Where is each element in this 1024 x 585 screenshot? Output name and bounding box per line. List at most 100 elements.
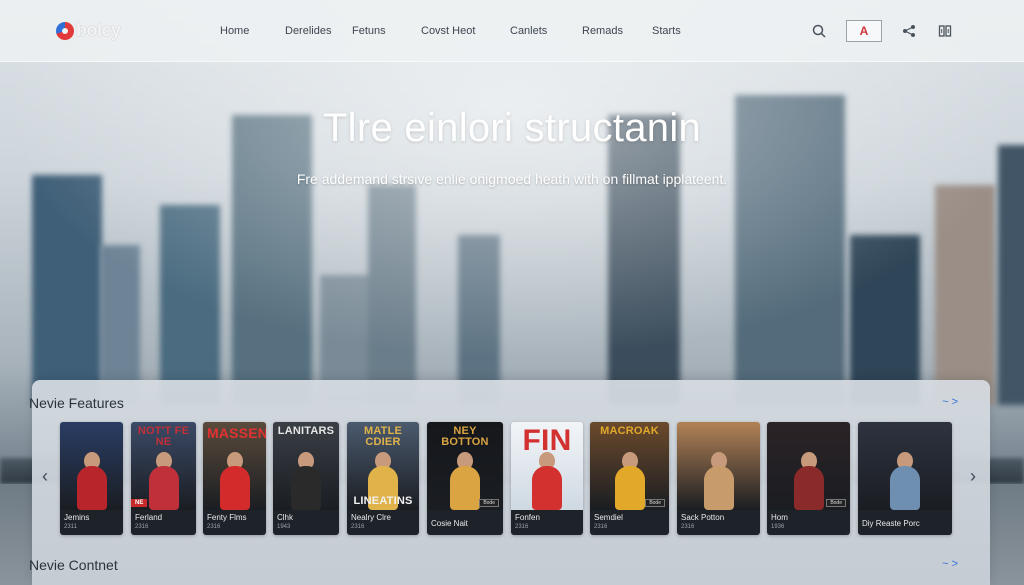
movie-info: Jemins 2311 (60, 510, 123, 535)
nav-link-fetuns[interactable]: Fetuns (352, 25, 421, 37)
poster-figure (703, 466, 734, 510)
poster-figure (890, 466, 920, 510)
nav-link-starts[interactable]: Starts (652, 25, 681, 37)
movie-year: 2316 (351, 524, 365, 530)
movie-info: Hom 1936 (767, 510, 850, 535)
logo-icon (56, 21, 74, 40)
movie-card[interactable]: LANITARS Clhk 1943 (273, 422, 339, 535)
movie-title: Clhk (277, 513, 294, 522)
movie-card[interactable]: Jemins 2311 (60, 422, 123, 535)
hero-subtitle: Fre addemand strsive enlie onigmoed heat… (296, 171, 728, 187)
user-profile-button[interactable]: A (846, 20, 882, 42)
movie-info: Fenty Flms 2316 (203, 510, 266, 535)
movie-info: Sack Potton 2316 (677, 510, 760, 535)
hero-title: Tlre einlori structanin (322, 106, 702, 150)
poster-figure (532, 466, 562, 510)
movie-year: 2316 (135, 524, 149, 530)
movie-poster (677, 422, 760, 510)
nav-link-home[interactable]: Home (220, 25, 285, 37)
movie-card[interactable]: MASSEN Fenty Flms 2316 (203, 422, 266, 535)
movie-title: Jemins (64, 513, 90, 522)
movie-title: Hom (771, 513, 788, 522)
nav-links: Home Derelides Fetuns Covst Heot Canlets… (220, 25, 681, 37)
poster-tag: Bode (826, 499, 846, 507)
movie-card[interactable]: Diy Reaste Porc (858, 422, 952, 535)
movie-title: Diy Reaste Porc (862, 519, 920, 528)
movie-title: Fonfen (515, 513, 540, 522)
movie-year: 1936 (771, 524, 785, 530)
movie-info: Diy Reaste Porc (858, 510, 952, 535)
movie-poster: LANITARS (273, 422, 339, 510)
poster-title: NOT'T FE NE (137, 425, 190, 448)
poster-tag: Bode (479, 499, 499, 507)
movie-poster (60, 422, 123, 510)
movie-card[interactable]: MACROAK Bode Semdiel 2316 (590, 422, 669, 535)
movie-year: 2316 (207, 524, 221, 530)
movie-card[interactable]: NEY BOTTON Bode Cosie Nait (427, 422, 503, 535)
movie-year: 2311 (64, 524, 77, 530)
poster-title: MACROAK (600, 425, 659, 437)
poster-title: NEY BOTTON (441, 425, 489, 448)
movie-poster: NOT'T FE NE (131, 422, 196, 510)
carousel-next-button[interactable]: › (966, 466, 980, 487)
poster-title: FIN (522, 424, 572, 457)
movie-poster (858, 422, 952, 510)
brand-name: bolcy (76, 20, 121, 40)
movie-info: Nealry Clre 2316 (347, 510, 419, 535)
share-icon[interactable] (900, 22, 918, 40)
see-more-features[interactable]: ~ > (942, 396, 958, 408)
poster-tag: Bode (645, 499, 665, 507)
poster-figure (219, 466, 250, 510)
movie-poster: NEY BOTTON (427, 422, 503, 510)
top-navigation: bolcy Home Derelides Fetuns Covst Heot C… (0, 0, 1024, 62)
poster-figure (450, 466, 480, 510)
poster-title: LANITARS (277, 425, 335, 437)
see-more-content[interactable]: ~ > (942, 558, 958, 570)
movie-card[interactable]: MATLE CDIER LINEATINS Nealry Clre 2316 (347, 422, 419, 535)
movie-info: Clhk 1943 (273, 510, 339, 535)
movie-title: Cosie Nait (431, 519, 468, 528)
movie-card[interactable]: Bode Hom 1936 (767, 422, 850, 535)
brand-logo[interactable]: bolcy (56, 20, 121, 41)
movie-info: Ferland 2316 (131, 510, 196, 535)
poster-figure (148, 466, 179, 510)
library-icon[interactable] (936, 22, 954, 40)
poster-subtitle: LINEATINS (353, 495, 413, 507)
movie-year: 1943 (277, 524, 291, 530)
movie-poster: MASSEN (203, 422, 266, 510)
movie-card[interactable]: NOT'T FE NE NE Ferland 2316 (131, 422, 196, 535)
movie-title: Semdiel (594, 513, 623, 522)
nav-link-covst-heot[interactable]: Covst Heot (421, 25, 510, 37)
nav-actions: A (810, 20, 954, 42)
movie-card[interactable]: Sack Potton 2316 (677, 422, 760, 535)
movie-info: Fonfen 2316 (511, 510, 583, 535)
section-title-content: Nevie Contnet (29, 557, 118, 573)
poster-figure (76, 466, 107, 510)
section-title-features: Nevie Features (29, 395, 124, 411)
movie-title: Nealry Clre (351, 513, 392, 522)
movie-poster: MATLE CDIER LINEATINS (347, 422, 419, 510)
movie-poster: MACROAK (590, 422, 669, 510)
nav-link-derelides[interactable]: Derelides (285, 25, 352, 37)
nav-link-remads[interactable]: Remads (582, 25, 652, 37)
poster-figure (291, 466, 321, 510)
movie-year: 2316 (515, 524, 529, 530)
poster-badge: NE (131, 499, 148, 507)
carousel-prev-button[interactable]: ‹ (38, 466, 52, 487)
nav-link-canlets[interactable]: Canlets (510, 25, 582, 37)
poster-title: MATLE CDIER (363, 425, 403, 448)
movie-year: 2316 (594, 524, 608, 530)
movie-poster: FIN (511, 422, 583, 510)
movie-title: Ferland (135, 513, 163, 522)
search-icon[interactable] (810, 22, 828, 40)
poster-figure (793, 466, 824, 510)
movie-card[interactable]: FIN Fonfen 2316 (511, 422, 583, 535)
movie-poster (767, 422, 850, 510)
movie-title: Fenty Flms (207, 513, 247, 522)
poster-figure (614, 466, 645, 510)
movie-info: Semdiel 2316 (590, 510, 669, 535)
movie-title: Sack Potton (681, 513, 725, 522)
poster-title: MASSEN (207, 425, 266, 441)
movie-info: Cosie Nait (427, 510, 503, 535)
movie-year: 2316 (681, 524, 695, 530)
